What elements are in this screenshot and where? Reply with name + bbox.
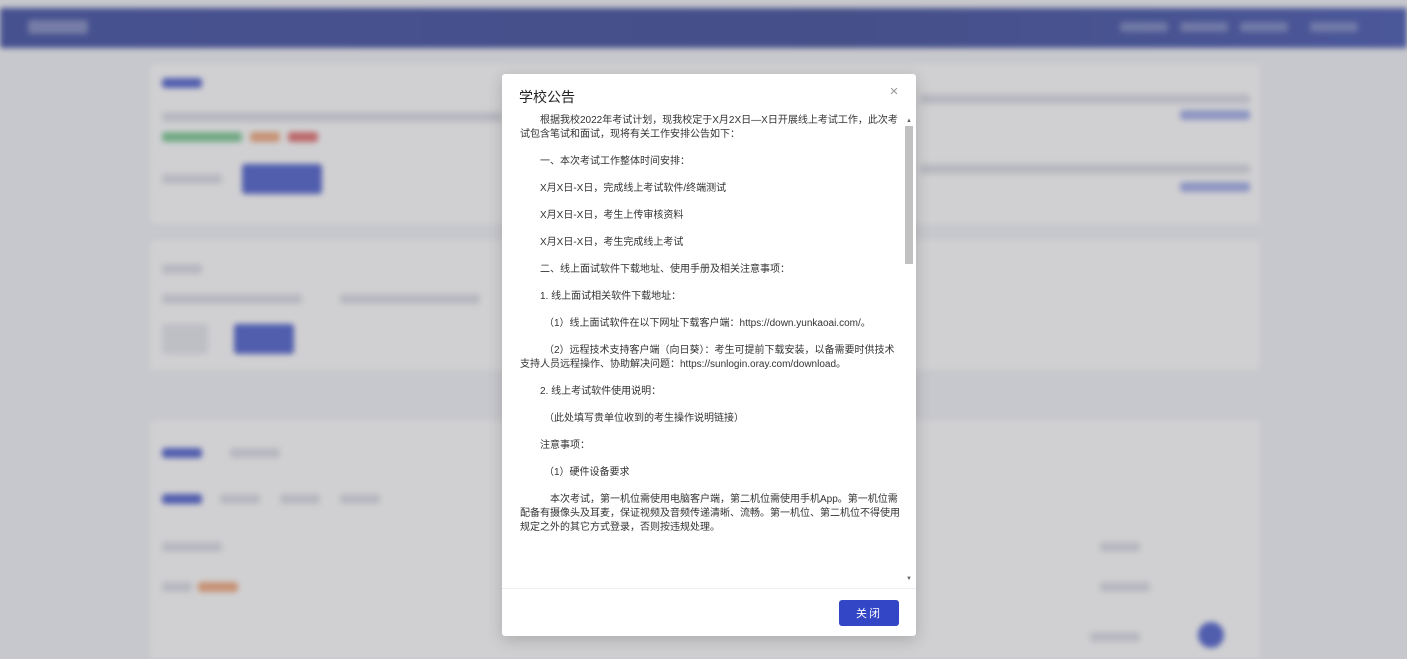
close-button[interactable]: 关闭: [839, 600, 899, 626]
dialog-body[interactable]: 根据我校2022年考试计划，现我校定于X月2X日—X日开展线上考试工作，此次考试…: [502, 114, 916, 588]
announcement-paragraph: （2）远程技术支持客户端（向日葵）：考生可提前下载安装，以备需要时供技术支持人员…: [520, 345, 895, 370]
announcement-paragraph: 1. 线上面试相关软件下载地址：: [540, 291, 682, 302]
announcement-paragraph: （此处填写贵单位收到的考生操作说明链接）: [544, 413, 744, 424]
dialog-title: 学校公告: [519, 89, 575, 105]
announcement-dialog: 学校公告 × 根据我校2022年考试计划，现我校定于X月2X日—X日开展线上考试…: [502, 74, 916, 636]
announcement-paragraph: X月X日-X日，完成线上考试软件/终端测试: [540, 183, 727, 194]
announcement-paragraph: 根据我校2022年考试计划，现我校定于X月2X日—X日开展线上考试工作，此次考试…: [520, 115, 898, 140]
dialog-footer: 关闭: [502, 588, 916, 636]
close-icon[interactable]: ×: [886, 84, 902, 100]
dialog-header: 学校公告 ×: [502, 74, 916, 114]
scroll-up-arrow-icon[interactable]: ▲: [906, 118, 912, 124]
announcement-paragraph: 本次考试，第一机位需使用电脑客户端，第二机位需使用手机App。第一机位需配备有摄…: [520, 494, 900, 533]
scrollbar-thumb[interactable]: [905, 126, 913, 264]
announcement-paragraph: 2. 线上考试软件使用说明：: [540, 386, 662, 397]
announcement-content: 根据我校2022年考试计划，现我校定于X月2X日—X日开展线上考试工作，此次考试…: [520, 114, 902, 548]
announcement-paragraph: （1）硬件设备要求: [544, 467, 630, 478]
scroll-down-arrow-icon[interactable]: ▼: [906, 576, 912, 582]
announcement-paragraph: X月X日-X日，考生上传审核资料: [540, 210, 684, 221]
announcement-paragraph: 二、线上面试软件下载地址、使用手册及相关注意事项：: [540, 264, 790, 275]
announcement-paragraph: （1）线上面试软件在以下网址下载客户端：https://down.yunkaoa…: [544, 318, 871, 329]
announcement-paragraph: 注意事项：: [540, 440, 590, 451]
announcement-paragraph: 一、本次考试工作整体时间安排：: [540, 156, 690, 167]
announcement-paragraph: X月X日-X日，考生完成线上考试: [540, 237, 684, 248]
